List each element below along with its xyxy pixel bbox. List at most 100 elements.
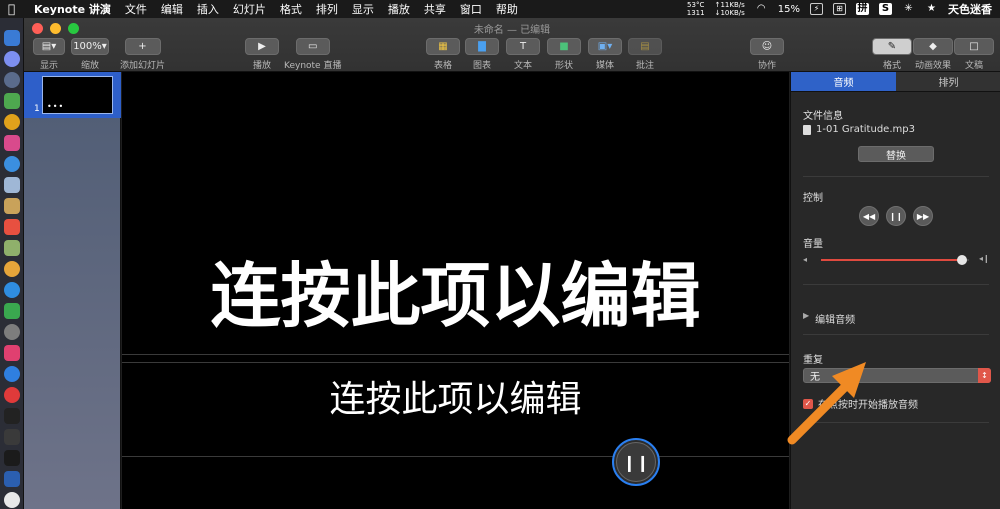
app-icon-pink[interactable] [3,135,20,151]
edit-audio-disclosure[interactable]: ▶ 编辑音频 [803,311,855,326]
menu-help[interactable]: 帮助 [496,1,518,17]
format-label: 格式 [882,61,901,71]
comment-tool[interactable]: ▤ 批注 [628,38,662,71]
section-divider [803,334,989,335]
activity-monitor-icon[interactable] [3,429,20,445]
battery-percent[interactable]: 15% [778,4,800,15]
fast-forward-button[interactable]: ▶▶ [913,206,933,226]
view-menu-button[interactable]: ▤▾ [33,38,65,55]
vpn-icon[interactable] [3,471,20,487]
volume-slider[interactable] [821,255,969,265]
menu-view[interactable]: 显示 [352,1,374,17]
apple-menu-icon[interactable]:  [8,2,22,16]
pause-icon[interactable]: ❙❙ [616,442,656,482]
menu-arrange[interactable]: 排列 [316,1,338,17]
menu-insert[interactable]: 插入 [197,1,219,17]
animate-tool[interactable]: ◆ 动画效果 [913,38,953,71]
slide-thumbnail-selected[interactable]: 1 ••• [24,72,121,118]
document-tool[interactable]: □ 文稿 [954,38,994,71]
favorites-star-icon[interactable]: ★ [925,3,938,15]
shape-tool[interactable]: ■ 形状 [547,38,581,71]
terminal-icon[interactable] [3,408,20,424]
system-preferences-icon[interactable] [3,324,20,340]
collaborate-tool[interactable]: ☺ 协作 [750,38,784,71]
temp-value: 53°C [687,1,705,9]
table-tool[interactable]: ▦ 表格 [426,38,460,71]
slide-subtitle[interactable]: 连按此项以编辑 [122,370,789,422]
chart-button[interactable]: ▇ [465,38,499,55]
table-button[interactable]: ▦ [426,38,460,55]
comment-button[interactable]: ▤ [628,38,662,55]
text-tool[interactable]: T 文本 [506,38,540,71]
media-tool[interactable]: ▣▾ 媒体 [588,38,622,71]
document-button[interactable]: □ [954,38,994,55]
pause-audio-button[interactable]: ❙❙ [886,206,906,226]
tab-arrange[interactable]: 排列 [896,72,1000,91]
replace-button[interactable]: 替换 [858,146,934,162]
menu-file[interactable]: 文件 [125,1,147,17]
console-icon[interactable] [3,450,20,466]
slide-title[interactable]: 连按此项以编辑 [122,240,789,341]
user-name[interactable]: 天色迷香 [948,1,992,17]
view-tool[interactable]: ▤▾ 显示 [33,38,65,71]
menu-play[interactable]: 播放 [388,1,410,17]
sogou-icon[interactable]: S [879,3,892,15]
zoom-tool[interactable]: 100% ▾ 缩放 [71,38,109,71]
temp-readout[interactable]: 53°C 1311 [687,1,705,17]
finder-alt-icon[interactable] [3,282,20,298]
text-button[interactable]: T [506,38,540,55]
app-store-icon[interactable] [3,366,20,382]
chart-tool[interactable]: ▇ 图表 [465,38,499,71]
menu-slide[interactable]: 幻灯片 [233,1,266,17]
comment-icon: ▤ [640,41,650,52]
format-button[interactable]: ✎ [872,38,912,55]
app-menu[interactable]: Keynote 讲演 [34,1,111,17]
keynote-live-button[interactable]: ▭ [295,38,330,55]
calendar-icon[interactable] [3,219,20,235]
wifi-icon[interactable]: ◠ [755,3,768,15]
preview-icon[interactable] [3,177,20,193]
play-button[interactable]: ▶ [245,38,279,55]
animate-label: 动画效果 [914,61,951,71]
animate-button[interactable]: ◆ [913,38,953,55]
play-tool[interactable]: ▶ 播放 [245,38,279,71]
photos-icon[interactable] [3,261,20,277]
battery-icon[interactable]: ⚡ [810,3,823,15]
tab-audio[interactable]: 音频 [791,72,896,91]
chrome-icon[interactable] [3,114,20,130]
media-button[interactable]: ▣▾ [588,38,622,55]
slide-thumbnail[interactable]: ••• [42,76,113,114]
volume-slider-knob[interactable] [956,255,967,265]
maps-icon[interactable] [3,240,20,256]
yandex-icon[interactable] [3,492,20,508]
menu-share[interactable]: 共享 [424,1,446,17]
menu-window[interactable]: 窗口 [460,1,482,17]
format-tool[interactable]: ✎ 格式 [872,38,912,71]
comment-label: 批注 [635,61,654,71]
safari-icon[interactable] [3,156,20,172]
slide-canvas[interactable]: 连按此项以编辑 连按此项以编辑 ❙❙ [122,72,789,509]
android-icon[interactable] [3,93,20,109]
audio-object[interactable]: ❙❙ [612,438,660,486]
keynote-live-tool[interactable]: ▭ Keynote 直播 [284,38,341,71]
slide-number: 1 [34,104,40,114]
add-slide-tool[interactable]: + 添加幻灯片 [120,38,165,71]
vivaldi-icon[interactable] [3,387,20,403]
launchpad-icon[interactable] [3,72,20,88]
music-icon[interactable] [3,345,20,361]
finder-icon[interactable] [3,30,20,46]
network-readout[interactable]: ↑11KB/s ↓10KB/s [715,1,745,17]
notes-icon[interactable] [3,198,20,214]
collaborate-button[interactable]: ☺ [750,38,784,55]
messages-icon[interactable] [3,303,20,319]
input-method-icon[interactable]: ⊞ [833,3,846,15]
menu-format[interactable]: 格式 [280,1,302,17]
menu-edit[interactable]: 编辑 [161,1,183,17]
zoom-select[interactable]: 100% ▾ [71,38,109,55]
input-method-indicator[interactable]: 拼 [856,3,869,15]
bluetooth-icon[interactable]: ✳ [902,3,915,15]
add-slide-button[interactable]: + [124,38,161,55]
rewind-button[interactable]: ◀◀ [859,206,879,226]
siri-icon[interactable] [3,51,20,67]
shape-button[interactable]: ■ [547,38,581,55]
